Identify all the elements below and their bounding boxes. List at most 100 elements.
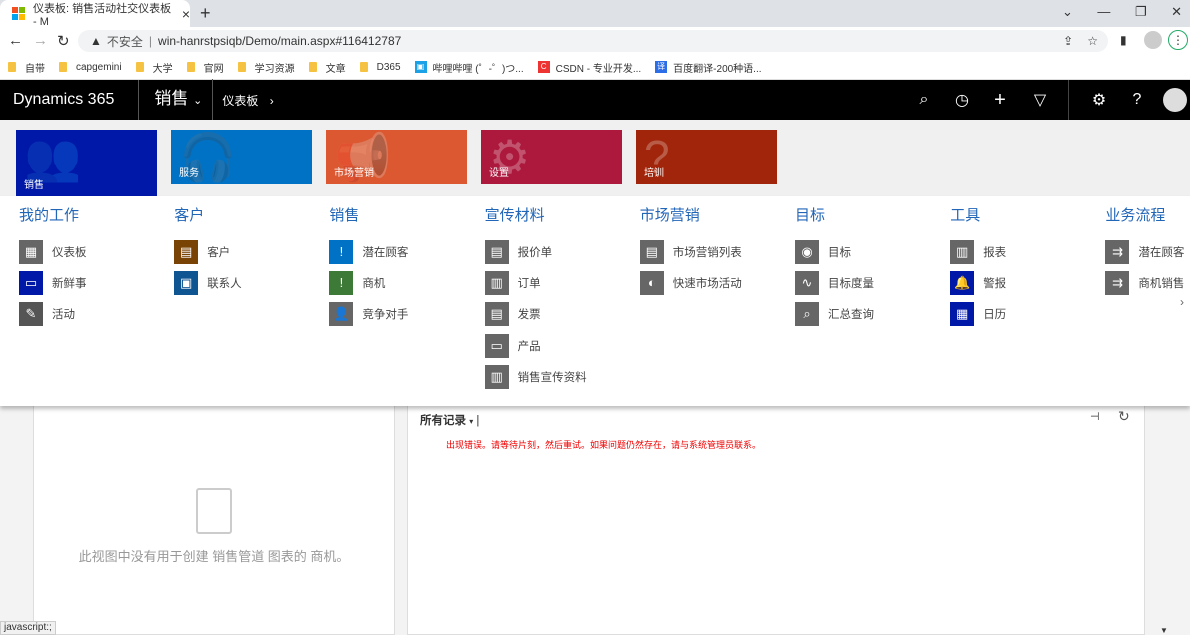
forward-icon[interactable]: →	[33, 32, 48, 49]
scroll-right-icon[interactable]: ›	[1180, 295, 1184, 309]
window-controls: ⌄ — ❐ ✕	[1062, 4, 1182, 20]
menu-item[interactable]: ◐ 快速市场活动	[639, 267, 795, 298]
folder-icon	[359, 62, 368, 72]
reload-icon[interactable]: ↻	[57, 32, 70, 50]
avatar[interactable]	[1163, 88, 1187, 112]
search-icon[interactable]: ⌕	[906, 80, 942, 120]
url-input[interactable]: ▲ 不安全 | win-hanrstpsiqb/Demo/main.aspx#1…	[78, 30, 1108, 52]
star-icon[interactable]: ☆	[1087, 34, 1098, 48]
menu-item[interactable]: 🔔 警报	[950, 267, 1105, 298]
menu-icon[interactable]: ⋮	[1168, 30, 1188, 50]
menu-item[interactable]: ▥ 销售宣传资料	[484, 361, 640, 392]
refresh-icon[interactable]: ↻	[1118, 408, 1130, 425]
menu-item[interactable]: ✎ 活动	[19, 299, 174, 330]
browser-tab[interactable]: 仪表板: 销售活动社交仪表板 - M ×	[0, 0, 190, 28]
menu-item[interactable]: ⇉ 商机销售	[1105, 267, 1190, 298]
item-icon: ▤	[484, 302, 509, 327]
menu-item[interactable]: 👤 竞争对手	[329, 299, 484, 330]
security-label: 不安全	[106, 34, 143, 49]
bookmark-item[interactable]: ▣ 哔哩哔哩 (゜-゜)つ...	[414, 60, 524, 75]
bookmark-item[interactable]: 学习资源	[237, 60, 295, 75]
tile-0[interactable]: 👥 销售	[16, 130, 157, 196]
help-icon[interactable]: ?	[1119, 80, 1155, 120]
share-icon[interactable]: ⇪	[1063, 34, 1073, 48]
breadcrumb[interactable]: 仪表板 ›	[213, 92, 273, 109]
menu-item-label: 仪表板	[52, 246, 87, 259]
menu-item[interactable]: ▣ 联系人	[174, 267, 329, 298]
sidebar-icon[interactable]: ▮	[1120, 33, 1127, 47]
bookmark-item[interactable]: C CSDN - 专业开发...	[537, 60, 642, 75]
folder-icon	[8, 62, 16, 72]
item-icon: 👤	[329, 302, 354, 327]
menu-item[interactable]: ⇉ 潜在顾客	[1105, 236, 1190, 267]
tile-2[interactable]: 📢 市场营销	[326, 130, 467, 184]
caret-down-icon: ▾	[469, 417, 474, 426]
menu-item[interactable]: ▭ 新鲜事	[19, 267, 174, 298]
close-tab-icon[interactable]: ×	[182, 6, 190, 22]
module-label: 销售	[154, 89, 189, 108]
group-title: 业务流程	[1105, 207, 1166, 224]
bookmark-label: CSDN - 专业开发...	[555, 63, 642, 75]
view-selector[interactable]: 所有记录 ▾ |	[420, 412, 479, 428]
menu-item[interactable]: ▤ 市场营销列表	[639, 236, 795, 267]
bookmark-label: 百度翻译-200种语...	[673, 63, 762, 75]
menu-item[interactable]: ⌕ 汇总查询	[795, 299, 950, 330]
profile-icon[interactable]	[1144, 31, 1162, 49]
bookmark-item[interactable]: 文章	[308, 60, 346, 75]
menu-item[interactable]: ▦ 仪表板	[19, 236, 174, 267]
bookmark-item[interactable]: 官网	[186, 60, 224, 75]
bookmark-label: 哔哩哔哩 (゜-゜)つ...	[432, 63, 524, 75]
tile-4[interactable]: ? 培训	[636, 130, 777, 184]
folder-icon	[308, 62, 317, 72]
menu-item[interactable]: ▤ 发票	[484, 299, 640, 330]
menu-item[interactable]: ∿ 目标度量	[795, 267, 950, 298]
group-title: 市场营销	[639, 207, 700, 224]
gear-icon[interactable]: ⚙	[1081, 80, 1117, 120]
folder-icon	[59, 62, 67, 72]
scrollbar[interactable]: ▼	[1155, 405, 1175, 635]
tile-label: 市场营销	[334, 168, 374, 179]
menu-item[interactable]: ◉ 目标	[795, 236, 950, 267]
chevron-down-icon: ⌄	[193, 95, 203, 107]
item-icon: ✎	[19, 302, 43, 327]
menu-item[interactable]: ▥ 报表	[950, 236, 1105, 267]
menu-item[interactable]: ! 潜在顾客	[329, 236, 484, 267]
group-title: 客户	[174, 207, 205, 224]
bookmark-label: 学习资源	[254, 63, 295, 75]
pin-icon[interactable]: ⊣	[1090, 410, 1100, 423]
menu-item[interactable]: ▭ 产品	[484, 330, 640, 361]
close-icon[interactable]: ✕	[1171, 4, 1182, 20]
back-icon[interactable]: ←	[8, 32, 23, 49]
tile-3[interactable]: ⚙ 设置	[481, 130, 622, 184]
module-selector[interactable]: 销售 ⌄	[139, 79, 214, 121]
menu-item-label: 报价单	[517, 246, 553, 259]
bookmark-item[interactable]: 大学	[135, 60, 173, 75]
history-icon[interactable]: ◷	[944, 80, 980, 120]
bookmark-item[interactable]: 自带	[8, 60, 45, 75]
menu-item[interactable]: ▦ 日历	[950, 299, 1105, 330]
menu-item[interactable]: ▥ 订单	[484, 267, 640, 298]
menu-item-label: 订单	[517, 277, 541, 290]
bookmark-label: D365	[376, 61, 401, 73]
menu-item[interactable]: ▤ 报价单	[484, 236, 640, 267]
tile-1[interactable]: 🎧 服务	[171, 130, 312, 184]
bookmarks-bar: 自带 capgemini 大学 官网 学习资源 文章 D365 ▣ 哔哩哔哩 (゜-゜)つ...…	[0, 55, 1190, 80]
bookmark-item[interactable]: 译百度翻译-200种语...	[655, 60, 762, 75]
menu-item[interactable]: ! 商机	[329, 267, 484, 298]
bookmark-item[interactable]: capgemini	[59, 62, 122, 73]
minimize-icon[interactable]: ⌄	[1062, 4, 1073, 20]
scroll-down-icon[interactable]: ▼	[1160, 626, 1168, 635]
url-text: win-hanrstpsiqb/Demo/main.aspx#116412787	[158, 34, 402, 48]
menu-item[interactable]: ▤ 客户	[174, 236, 329, 267]
filter-icon[interactable]: ▽	[1022, 80, 1058, 120]
minimize-icon[interactable]: —	[1097, 4, 1110, 20]
new-tab-button[interactable]: +	[200, 3, 211, 24]
folder-icon	[186, 62, 195, 72]
plus-icon[interactable]: +	[982, 80, 1018, 120]
item-icon: ▥	[484, 364, 509, 389]
restore-icon[interactable]: ❐	[1135, 4, 1147, 20]
bookmark-item[interactable]: D365	[359, 61, 401, 73]
menu-item-label: 汇总查询	[828, 309, 874, 322]
brand[interactable]: Dynamics 365	[0, 80, 140, 120]
item-icon: ▥	[484, 270, 509, 295]
